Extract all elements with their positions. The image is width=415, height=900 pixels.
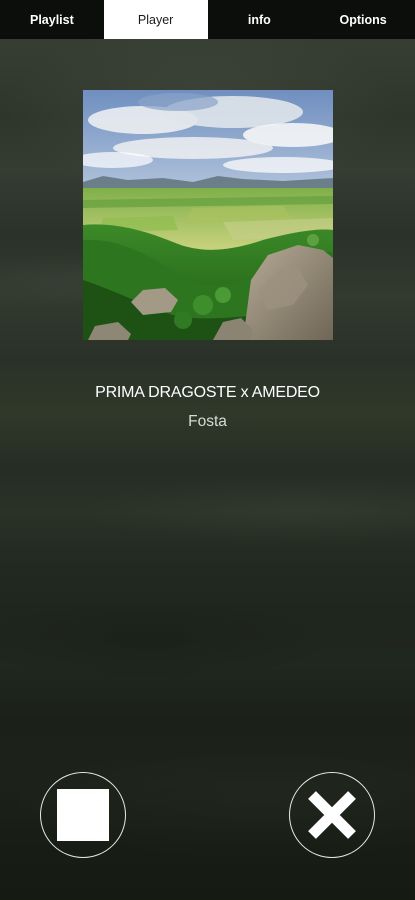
tab-info[interactable]: info [208, 0, 312, 39]
player-screen: Playlist Player info Options PRIMA DRAGO… [0, 0, 415, 900]
album-art-image [83, 90, 333, 340]
tab-playlist[interactable]: Playlist [0, 0, 104, 39]
tab-options[interactable]: Options [311, 0, 415, 39]
close-icon [308, 791, 356, 839]
close-button[interactable] [289, 772, 375, 858]
track-artist: Fosta [188, 413, 227, 430]
tab-player[interactable]: Player [103, 0, 208, 39]
track-title: PRIMA DRAGOSTE x AMEDEO [95, 384, 320, 401]
album-art [83, 90, 333, 340]
stop-icon [57, 789, 109, 841]
tab-bar: Playlist Player info Options [0, 0, 415, 39]
stop-button[interactable] [40, 772, 126, 858]
